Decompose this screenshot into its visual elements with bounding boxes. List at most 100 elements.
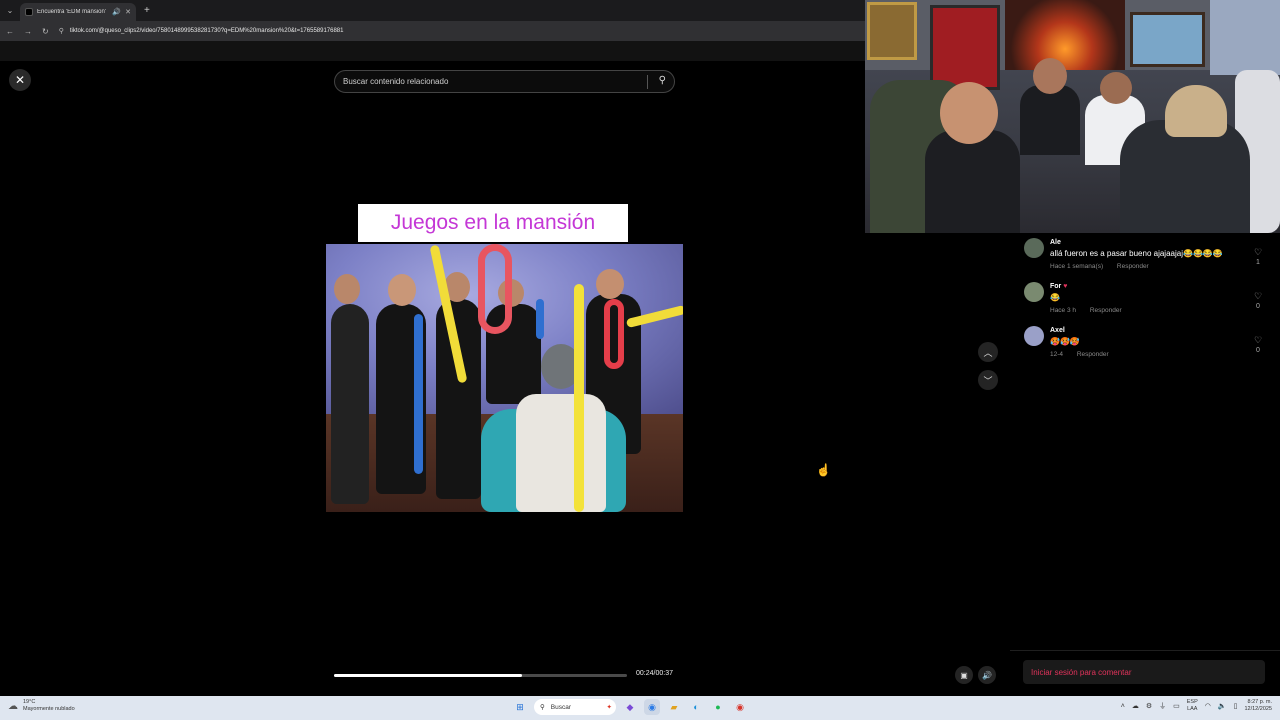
comment-username[interactable]: For ♥ [1050, 283, 1067, 290]
like-count: 0 [1256, 303, 1260, 310]
power-icon[interactable]: ▯ [1234, 702, 1238, 710]
next-video-button[interactable]: ﹀ [978, 370, 998, 390]
comment-time: Hace 1 semana(s) [1050, 263, 1104, 270]
tab-audio-icon[interactable]: 🔊 [112, 8, 121, 16]
wall-photo [1130, 12, 1205, 67]
video-frame[interactable] [326, 244, 683, 512]
previous-video-button[interactable]: ︿ [978, 342, 998, 362]
person-face [1100, 72, 1132, 104]
clock-time: 8:27 p. m. [1247, 699, 1272, 705]
weather-widget[interactable]: ☁ 19°C Mayormente nublado [8, 699, 75, 713]
volume-button[interactable]: 🔊 [978, 666, 996, 684]
video-progress-bar[interactable] [334, 674, 627, 677]
address-bar-row: ← → ↻ ⚲ tiktok.com/@queso_clips2/video/7… [0, 21, 865, 41]
person-head [596, 269, 624, 299]
video-caption-box: Juegos en la mansión [358, 204, 628, 242]
heart-icon[interactable]: ♡ [1252, 291, 1264, 302]
battery-icon[interactable]: ▭ [1173, 702, 1180, 710]
spotify-icon[interactable]: ● [710, 699, 726, 715]
bluetooth-icon[interactable]: ⚙ [1146, 702, 1152, 710]
edge-icon[interactable]: ◐ [688, 699, 704, 715]
windows-start-icon[interactable]: ⊞ [512, 699, 528, 715]
pool-noodle-yellow [574, 284, 584, 512]
screen: ⌄ Encuentra 'EDM mansion' 🔊 ✕ + ← → ↻ ⚲ … [0, 0, 1280, 720]
like-count: 0 [1256, 347, 1260, 354]
comment-username[interactable]: Axel [1050, 327, 1065, 334]
speaker-icon: 🔊 [982, 670, 992, 680]
comment-item: Ale allá fueron es a pasar bueno ajajaaj… [1024, 238, 1274, 272]
heart-icon[interactable]: ♡ [1252, 247, 1264, 258]
login-to-comment-button[interactable]: Iniciar sesión para comentar [1023, 660, 1265, 684]
site-info-icon[interactable]: ⚲ [59, 27, 64, 35]
wifi-icon[interactable]: ◠ [1205, 702, 1211, 710]
taskbar-apps: ⊞ ⚲ Buscar ✦ ◆ ◉ ▰ ◐ ● ◉ [512, 699, 748, 715]
video-caption-text: Juegos en la mansión [390, 211, 596, 234]
taskbar-search-label: Buscar [550, 703, 571, 711]
cloud-icon: ☁ [8, 700, 18, 712]
taskbar-search[interactable]: ⚲ Buscar ✦ [534, 699, 616, 715]
tab-close-icon[interactable]: ✕ [125, 8, 131, 16]
comment-item: For ♥ 😂 Hace 3 h Responder ♡ 0 [1024, 282, 1274, 316]
clock[interactable]: 8:27 p. m. 12/12/2025 [1244, 699, 1272, 713]
pool-noodle-red [604, 299, 624, 369]
chrome-icon[interactable]: ◉ [644, 699, 660, 715]
copilot-icon[interactable]: ◆ [622, 699, 638, 715]
comment-username[interactable]: Ale [1050, 239, 1061, 246]
chevron-up-icon[interactable]: ˄ [1121, 703, 1125, 710]
seated-person [516, 394, 606, 512]
comment-meta: 12-4 Responder [1050, 351, 1121, 358]
person-cap [1165, 85, 1227, 137]
avatar[interactable] [1024, 326, 1044, 346]
chevron-up-icon: ︿ [983, 347, 993, 358]
weather-desc: Mayormente nublado [23, 706, 75, 712]
related-search-input[interactable]: Buscar contenido relacionado ⚲ [334, 70, 675, 93]
heart-badge-icon: ♥ [1063, 283, 1068, 290]
video-progress-fill [334, 674, 522, 677]
comment-meta: Hace 3 h Responder [1050, 307, 1134, 314]
avatar[interactable] [1024, 282, 1044, 302]
search-icon[interactable]: ⚲ [659, 75, 666, 86]
comment-username-text: For [1050, 283, 1062, 290]
video-timecode: 00:24/00:37 [636, 670, 673, 677]
reload-icon[interactable]: ↻ [42, 27, 49, 36]
avatar[interactable] [1024, 238, 1044, 258]
recording-app-icon[interactable]: ◉ [732, 699, 748, 715]
close-video-button[interactable]: ✕ [9, 69, 31, 91]
picture-in-picture-icon: ▣ [960, 670, 968, 680]
reply-link[interactable]: Responder [1090, 307, 1122, 314]
new-tab-button[interactable]: + [144, 5, 150, 16]
comment-time: Hace 3 h [1050, 307, 1077, 314]
comment-time: 12-4 [1050, 351, 1064, 358]
browser-tab[interactable]: Encuentra 'EDM mansion' 🔊 ✕ [20, 3, 136, 21]
usb-icon[interactable]: ⏚ [1159, 701, 1166, 711]
wall-frame [867, 2, 917, 60]
reply-link[interactable]: Responder [1117, 263, 1149, 270]
pool-noodle-blue [414, 314, 423, 474]
person-shirt [1020, 85, 1080, 155]
volume-icon[interactable]: 🔈 [1218, 702, 1227, 710]
reply-link[interactable]: Responder [1077, 351, 1109, 358]
network-icon[interactable]: ☁ [1132, 702, 1139, 710]
comment-text: allá fueron es a pasar bueno ajajaajaj😂😂… [1050, 249, 1223, 258]
system-tray: ˄ ☁ ⚙ ⏚ ▭ ESP LAA ◠ 🔈 ▯ 8:27 p. m. 12/12… [1121, 699, 1272, 713]
tab-search-icon[interactable]: ⌄ [0, 0, 20, 21]
back-icon[interactable]: ← [6, 27, 14, 36]
close-icon: ✕ [14, 73, 26, 87]
person-shirt [925, 130, 1020, 233]
forward-icon[interactable]: → [24, 27, 32, 36]
search-divider [647, 75, 648, 89]
floating-player-button[interactable]: ▣ [955, 666, 973, 684]
address-field[interactable]: ⚲ tiktok.com/@queso_clips2/video/7580148… [59, 27, 865, 35]
fireplace-screen [1005, 0, 1125, 70]
like-count: 1 [1256, 259, 1260, 266]
browser-tab-bar: ⌄ Encuentra 'EDM mansion' 🔊 ✕ + [0, 0, 865, 21]
comment-divider [1010, 650, 1280, 651]
file-explorer-icon[interactable]: ▰ [666, 699, 682, 715]
language-indicator[interactable]: ESP LAA [1187, 699, 1198, 713]
login-to-comment-label: Iniciar sesión para comentar [1031, 667, 1132, 677]
tiktok-favicon-icon [25, 8, 33, 16]
search-icon: ⚲ [540, 704, 545, 711]
heart-icon[interactable]: ♡ [1252, 335, 1264, 346]
chevron-down-icon: ﹀ [983, 375, 993, 386]
search-highlight-icon: ✦ [606, 704, 612, 711]
